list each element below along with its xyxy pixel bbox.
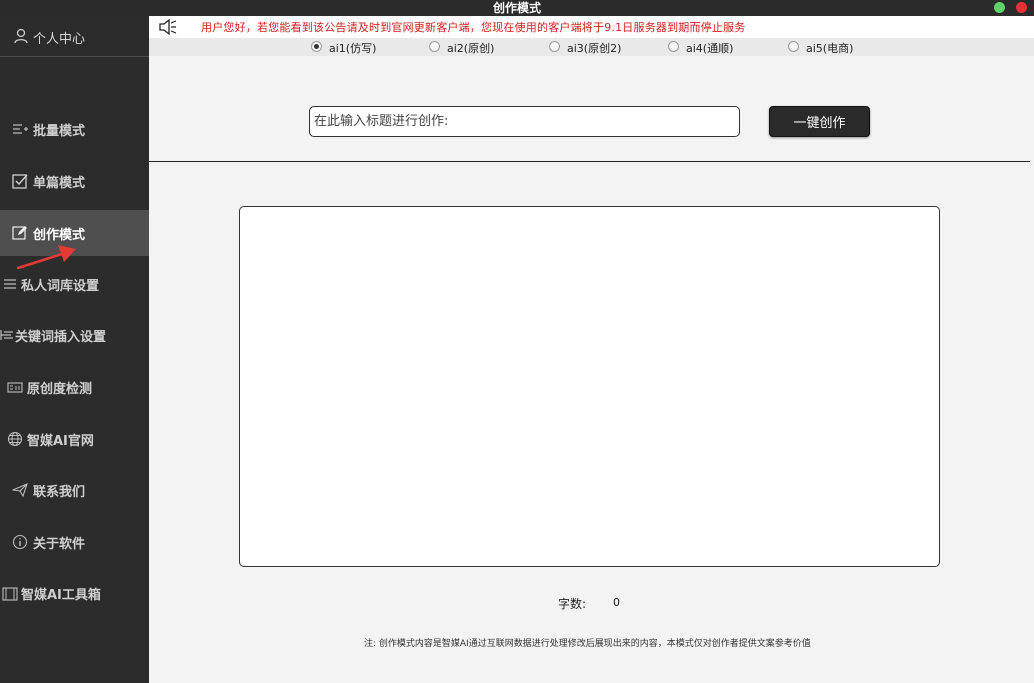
title-input[interactable] (309, 106, 740, 137)
sidebar-item-label: 联系我们 (33, 485, 86, 500)
sidebar-item-originality-check[interactable]: 原创度检测 (0, 364, 149, 410)
detect-icon (7, 382, 23, 393)
sidebar-item-label: 智媒AI工具箱 (21, 588, 101, 603)
radio-label: ai5(电商) (806, 42, 854, 55)
annotation-arrow-icon (16, 245, 76, 270)
info-icon (12, 534, 28, 550)
radio-indicator[interactable] (788, 41, 799, 52)
user-icon (14, 28, 28, 44)
globe-icon (7, 431, 23, 447)
checkbox-icon (12, 174, 28, 189)
sidebar-item-batch-mode[interactable]: 批量模式 (0, 106, 149, 152)
user-center-label: 个人中心 (33, 32, 86, 47)
divider (149, 161, 1030, 162)
word-count-value: 0 (613, 596, 620, 609)
radio-label: ai1(仿写) (329, 42, 377, 55)
maximize-button[interactable] (994, 2, 1005, 13)
radio-label: ai3(原创2) (567, 42, 622, 55)
sidebar-item-single-mode[interactable]: 单篇模式 (0, 158, 149, 204)
sidebar-item-keyword-insert[interactable]: 关键词插入设置 (0, 312, 149, 358)
window-title: 创作模式 (492, 1, 541, 15)
sidebar-item-label: 私人词库设置 (21, 279, 100, 294)
list-icon (4, 279, 16, 289)
radio-indicator[interactable] (549, 41, 560, 52)
batch-list-icon (13, 124, 28, 134)
ai-model-selector: ai1(仿写) ai2(原创) ai3(原创2) ai4(通顺) ai5(电商) (149, 38, 1034, 56)
user-center-button[interactable]: 个人中心 (0, 16, 149, 57)
radio-label: ai4(通顺) (686, 42, 734, 55)
sidebar-item-label: 单篇模式 (33, 176, 86, 191)
toolbox-icon (2, 587, 18, 601)
sidebar-item-label: 批量模式 (33, 124, 86, 139)
sidebar: 个人中心 批量模式 单篇模式 创作模式 私人词库设置 关键词插入设置 原创度检测… (0, 16, 149, 683)
title-bar: 创作模式 (0, 0, 1034, 16)
output-textarea[interactable] (239, 206, 940, 567)
notice-text: 用户您好，若您能看到该公告请及时到官网更新客户端，您现在使用的客户端将于9.1日… (201, 21, 746, 34)
sidebar-item-about[interactable]: 关于软件 (0, 519, 149, 565)
word-count-label: 字数: (558, 597, 587, 611)
close-button[interactable] (1016, 2, 1027, 13)
radio-indicator[interactable] (311, 41, 322, 52)
sidebar-item-label: 智媒AI官网 (27, 434, 94, 449)
radio-indicator[interactable] (668, 41, 679, 52)
notice-bar: 用户您好，若您能看到该公告请及时到官网更新客户端，您现在使用的客户端将于9.1日… (149, 16, 1034, 38)
sidebar-item-label: 关键词插入设置 (15, 330, 107, 345)
sidebar-item-contact[interactable]: 联系我们 (0, 467, 149, 513)
insert-icon (0, 330, 13, 340)
send-icon (12, 483, 28, 498)
radio-indicator[interactable] (429, 41, 440, 52)
footnote: 注: 创作模式内容是智媒AI通过互联网数据进行处理修改后展现出来的内容，本模式仅… (364, 639, 811, 649)
radio-label: ai2(原创) (447, 42, 495, 55)
sidebar-item-label: 原创度检测 (27, 382, 93, 397)
sidebar-item-official-site[interactable]: 智媒AI官网 (0, 416, 149, 462)
speaker-icon (159, 19, 177, 35)
sidebar-item-toolbox[interactable]: 智媒AI工具箱 (0, 570, 149, 616)
sidebar-item-label: 关于软件 (33, 537, 86, 552)
one-click-create-button[interactable]: 一键创作 (769, 106, 870, 137)
